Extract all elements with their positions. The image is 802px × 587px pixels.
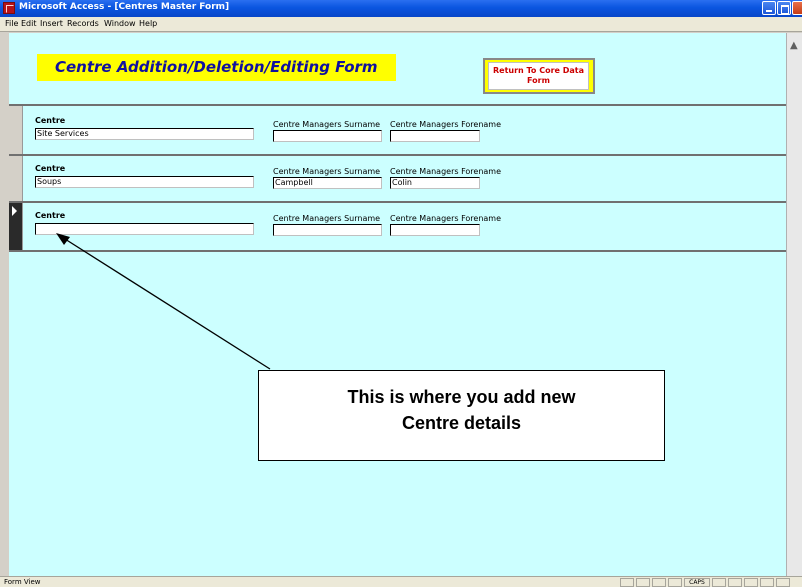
annotation-callout: This is where you add new Centre details — [258, 370, 665, 461]
annotation-line-2: Centre details — [401, 413, 522, 433]
status-panel — [776, 578, 790, 587]
status-panel — [760, 578, 774, 587]
caps-indicator: CAPS — [684, 578, 710, 587]
annotation-arrow — [56, 233, 271, 370]
status-panel — [712, 578, 726, 587]
annotation-arrow-line — [64, 238, 271, 370]
status-bar: Form View CAPS — [0, 576, 802, 587]
annotation-line-1: This is where you add new — [347, 387, 576, 407]
status-panel — [744, 578, 758, 587]
status-panel — [668, 578, 682, 587]
status-panel — [620, 578, 634, 587]
status-panel — [636, 578, 650, 587]
status-panel — [728, 578, 742, 587]
status-view-text: Form View — [4, 578, 41, 586]
annotation-arrow-head-icon — [56, 233, 70, 245]
status-panel — [652, 578, 666, 587]
